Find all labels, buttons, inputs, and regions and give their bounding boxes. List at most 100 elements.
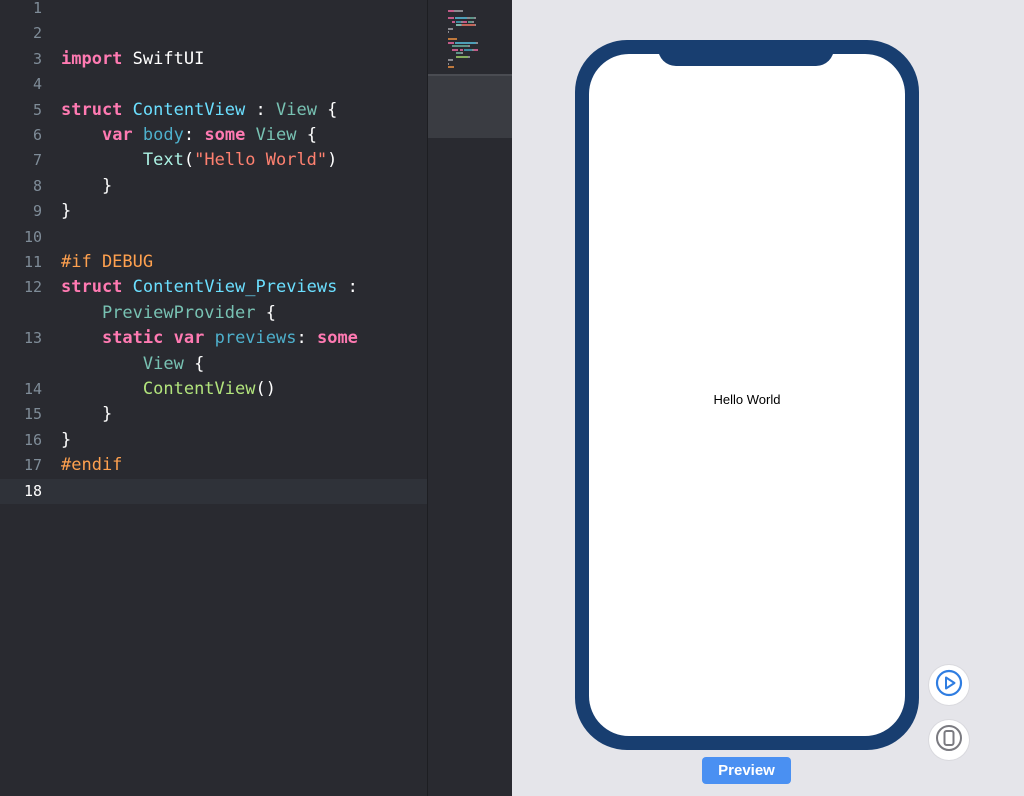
code-line[interactable]: 16}: [0, 428, 427, 453]
code-token: {: [255, 302, 276, 323]
line-number: 6: [32, 126, 42, 144]
line-number: 18: [23, 481, 42, 500]
line-number: 2: [32, 24, 42, 43]
code-editor[interactable]: 1 2 3 import SwiftUI 4 5 struct ContentView : …: [0, 0, 427, 796]
current-line[interactable]: 18: [0, 478, 427, 504]
preview-button[interactable]: Preview: [702, 757, 791, 784]
minimap-viewport[interactable]: [428, 76, 512, 138]
line-number: 4: [32, 75, 42, 94]
minimap-token: [461, 24, 476, 26]
minimap-token: [474, 17, 477, 19]
minimap-token: [448, 66, 455, 68]
code-line[interactable]: 7 Text("Hello World"): [0, 148, 427, 173]
line-number: 5: [32, 100, 42, 119]
minimap-token: [448, 59, 454, 61]
code-token: {: [296, 125, 317, 145]
code-text: struct ContentView : View {: [61, 98, 337, 123]
minimap-token: [455, 41, 477, 44]
code-token: }: [61, 201, 72, 222]
code-token: static: [101, 328, 164, 349]
code-text: Text("Hello World"): [61, 148, 338, 173]
code-line[interactable]: 11 #if DEBUG: [0, 250, 427, 275]
line-number: 3: [32, 49, 42, 68]
code-line[interactable]: 15 }: [0, 402, 427, 427]
code-token: (: [183, 150, 195, 171]
code-text: import SwiftUI: [61, 47, 204, 72]
code-token: #endif: [61, 455, 123, 476]
code-token: "Hello World": [194, 150, 328, 171]
code-token: Text: [142, 150, 184, 171]
code-line[interactable]: 5 struct ContentView : View {: [0, 98, 427, 123]
code-line[interactable]: 8 }: [0, 174, 427, 199]
line-number: 8: [32, 176, 42, 195]
code-line[interactable]: PreviewProvider {: [0, 301, 427, 326]
code-token: :: [183, 125, 205, 145]
code-text: PreviewProvider {: [61, 301, 276, 326]
minimap-token: [455, 17, 467, 19]
code-line[interactable]: 9}: [0, 199, 427, 224]
code-token: :: [245, 99, 276, 120]
minimap-token: [475, 24, 477, 26]
minimap-token: [456, 55, 468, 58]
line-number: 12: [23, 278, 42, 297]
code-token: }: [61, 404, 113, 425]
code-line[interactable]: 14 ContentView(): [0, 377, 427, 402]
minimap-token: [448, 38, 458, 40]
code-text: }: [61, 174, 112, 199]
minimap-token: [462, 20, 467, 23]
code-line[interactable]: 2: [0, 21, 427, 46]
minimap-token: [448, 62, 450, 65]
code-line[interactable]: 17 #endif: [0, 453, 427, 478]
code-line[interactable]: 10: [0, 225, 427, 250]
code-line[interactable]: 13 static var previews: some: [0, 326, 427, 351]
code-token: ): [327, 150, 338, 171]
minimap-token: [454, 10, 463, 12]
line-number: 15: [23, 405, 42, 424]
code-token: import: [61, 48, 123, 69]
code-line[interactable]: 1: [0, 0, 427, 21]
preview-canvas: Hello World Preview: [512, 0, 1024, 796]
code-text: #endif: [61, 453, 122, 478]
code-token: some: [204, 125, 246, 145]
code-text: struct ContentView_Previews :: [61, 275, 358, 300]
minimap-token: [463, 48, 473, 51]
code-token: {: [316, 99, 338, 120]
minimap-token: [476, 41, 479, 44]
device-icon: [935, 724, 963, 757]
minimap[interactable]: [427, 0, 512, 796]
device-preview-button[interactable]: [929, 720, 969, 760]
minimap-token: [467, 55, 471, 58]
code-text: static var previews: some: [61, 326, 358, 351]
code-line[interactable]: 6 var body: some View {: [0, 123, 427, 148]
code-line[interactable]: View {: [0, 352, 427, 377]
live-preview-button[interactable]: [929, 665, 969, 705]
code-line[interactable]: 4: [0, 72, 427, 97]
code-token: :: [296, 328, 317, 349]
code-line[interactable]: 3 import SwiftUI: [0, 47, 427, 72]
code-token: {: [183, 353, 205, 374]
line-number: 7: [32, 151, 42, 170]
minimap-token: [472, 20, 475, 23]
line-number: 14: [23, 380, 42, 398]
code-text: }: [61, 402, 112, 427]
minimap-token: [448, 27, 454, 30]
minimap-token: [460, 52, 463, 54]
line-number: 1: [32, 0, 42, 17]
line-number: 13: [23, 329, 42, 348]
code-token: PreviewProvider: [101, 302, 256, 323]
minimap-token: [448, 31, 450, 33]
code-line[interactable]: 12 struct ContentView_Previews :: [0, 275, 427, 300]
code-text: #if DEBUG: [61, 250, 153, 275]
minimap-token: [467, 45, 471, 47]
hello-world-text: Hello World: [713, 392, 781, 407]
code-token: ContentView: [142, 379, 256, 399]
code-text: }: [61, 428, 71, 453]
code-token: var: [101, 125, 133, 145]
